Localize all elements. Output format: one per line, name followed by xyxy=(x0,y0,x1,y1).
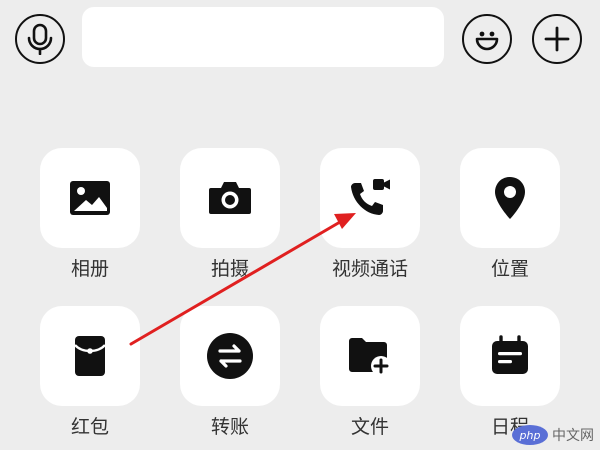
album-button[interactable] xyxy=(40,148,140,248)
watermark: php 中文网 xyxy=(512,424,594,446)
file-button[interactable] xyxy=(320,306,420,406)
microphone-icon xyxy=(27,23,53,55)
camera-label: 拍摄 xyxy=(210,258,249,280)
folder-add-icon xyxy=(349,338,391,376)
more-button[interactable] xyxy=(532,14,582,64)
smiley-icon xyxy=(475,31,499,51)
transfer-icon xyxy=(207,333,253,379)
camera-icon xyxy=(209,182,251,214)
voice-button[interactable] xyxy=(15,14,65,64)
video-call-icon xyxy=(351,179,390,215)
watermark-text: 中文网 xyxy=(552,428,594,444)
schedule-button[interactable] xyxy=(460,306,560,406)
location-button[interactable] xyxy=(460,148,560,248)
plus-icon xyxy=(544,26,570,52)
transfer-button[interactable] xyxy=(180,306,280,406)
location-label: 位置 xyxy=(490,258,529,280)
video-call-label: 视频通话 xyxy=(331,258,408,280)
message-input[interactable] xyxy=(82,7,444,67)
photo-album-icon xyxy=(70,181,110,215)
location-pin-icon xyxy=(495,177,525,219)
video-call-button[interactable] xyxy=(320,148,420,248)
file-label: 文件 xyxy=(350,416,389,438)
red-packet-icon xyxy=(74,336,106,376)
calendar-icon xyxy=(492,335,528,374)
red-packet-button[interactable] xyxy=(40,306,140,406)
chat-input-bar xyxy=(0,0,600,80)
red-packet-label: 红包 xyxy=(70,416,109,438)
emoji-button[interactable] xyxy=(462,14,512,64)
watermark-logo: php xyxy=(512,425,548,445)
transfer-label: 转账 xyxy=(210,416,249,438)
camera-button[interactable] xyxy=(180,148,280,248)
album-label: 相册 xyxy=(70,258,109,280)
